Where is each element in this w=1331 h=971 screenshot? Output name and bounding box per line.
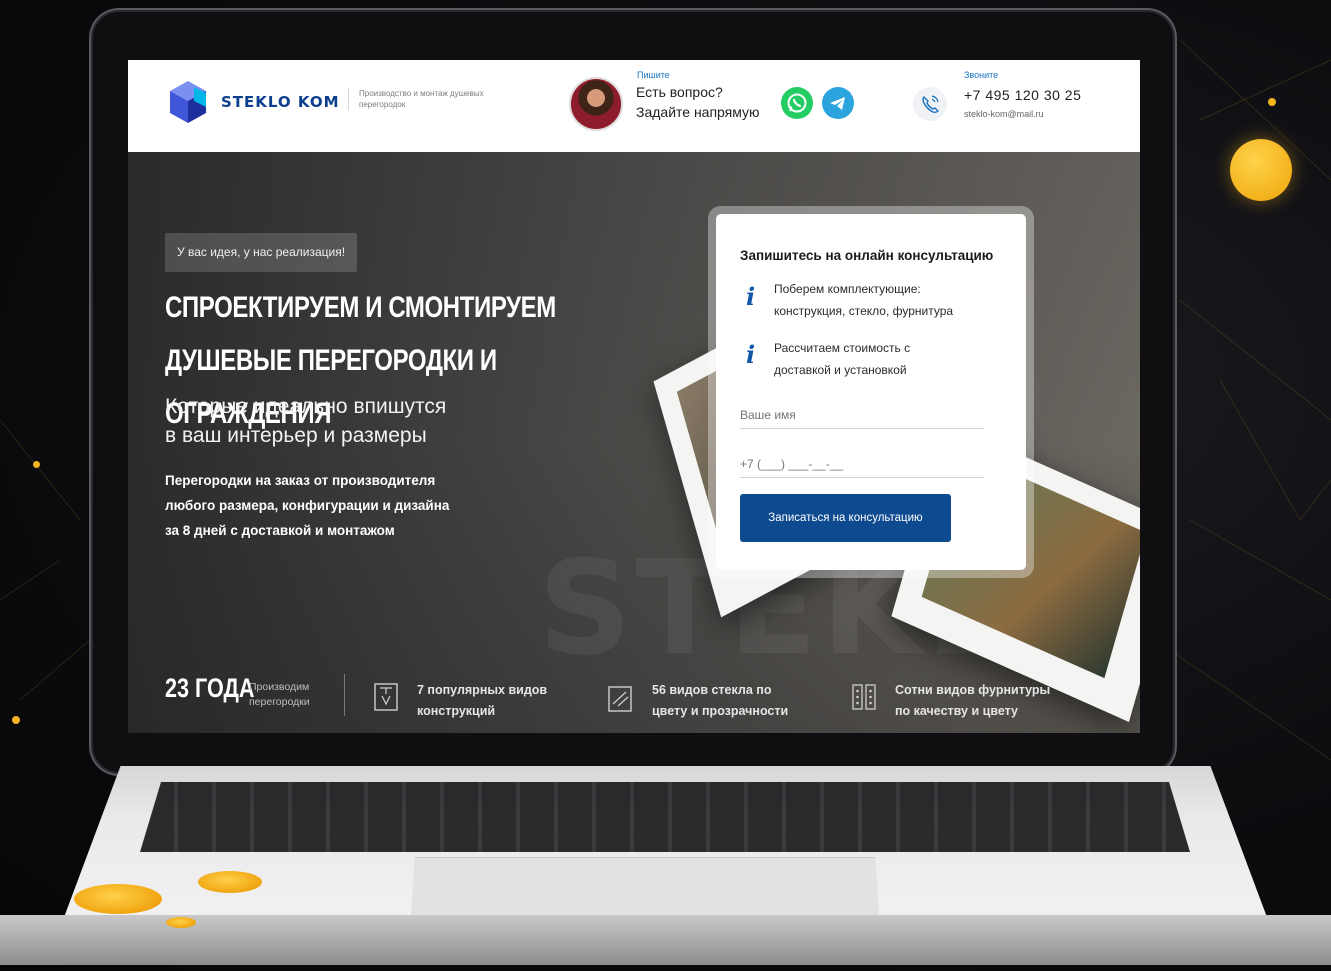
telegram-button[interactable]: [822, 87, 854, 119]
stat-item: 56 видов стекла по цвету и прозрачности: [652, 680, 788, 722]
consultation-form: Запишитесь на онлайн консультацию i Побе…: [716, 214, 1026, 570]
submit-consultation-button[interactable]: Записаться на консультацию: [740, 494, 951, 542]
call-label: Звоните: [964, 70, 999, 80]
email-link[interactable]: steklo-kom@mail.ru: [964, 109, 1044, 119]
laptop-keyboard: [140, 782, 1190, 852]
logo-text[interactable]: STEKLO KOM: [221, 93, 340, 111]
stat-item-line2: по качеству и цвету: [895, 704, 1019, 718]
phone-input[interactable]: [740, 451, 984, 478]
manager-avatar: [569, 77, 623, 131]
form-benefit-line2: доставкой и установкой: [774, 363, 907, 377]
ask-question-line2: Задайте напрямую: [636, 104, 760, 120]
decor-coin: [166, 917, 196, 928]
form-benefit-line1: Рассчитаем стоимость с: [774, 341, 911, 355]
telegram-icon: [830, 97, 845, 110]
glass-pane-icon: [608, 686, 632, 712]
logo-cube-icon[interactable]: [166, 77, 210, 125]
hero-description-line2: любого размера, конфигурации и дизайна: [165, 498, 450, 513]
hinge-hardware-icon: [852, 684, 876, 710]
years-stat-caption-line1: Производим: [249, 681, 310, 693]
years-stat-caption: Производим перегородки: [249, 680, 329, 710]
brand-tagline: Производство и монтаж душевых перегородо…: [348, 88, 489, 110]
stat-divider: [344, 674, 345, 716]
ask-question-text: Есть вопрос? Задайте напрямую: [636, 82, 760, 122]
form-benefit: Рассчитаем стоимость с доставкой и устан…: [774, 337, 910, 381]
stat-item-line1: Сотни видов фурнитуры: [895, 683, 1051, 697]
years-stat-caption-line2: перегородки: [249, 696, 310, 708]
hero-title-line1: СПРОЕКТИРУЕМ И СМОНТИРУЕМ: [165, 291, 556, 324]
stat-item: Сотни видов фурнитуры по качеству и цвет…: [895, 680, 1050, 722]
years-stat-value: 23 ГОДА: [165, 673, 255, 703]
info-icon: i: [746, 282, 756, 311]
hero-badge: У вас идея, у нас реализация!: [165, 233, 358, 272]
form-benefit-line2: конструкция, стекло, фурнитура: [774, 304, 954, 318]
hero-subtitle-line2: в ваш интерьер и размеры: [165, 424, 427, 447]
whatsapp-button[interactable]: [781, 87, 813, 119]
hero-description: Перегородки на заказ от производителя лю…: [165, 468, 449, 543]
stat-item-line2: цвету и прозрачности: [652, 704, 789, 718]
hero-description-line3: за 8 дней с доставкой и монтажом: [165, 523, 395, 538]
decor-dot: [12, 716, 20, 724]
hero-subtitle-line1: Которые идеально впишутся: [165, 395, 447, 418]
form-title: Запишитесь на онлайн консультацию: [740, 248, 994, 263]
stat-item-line2: конструкций: [417, 704, 496, 718]
form-benefit: Поберем комплектующие: конструкция, стек…: [774, 278, 953, 322]
hero-section: STEKLO KOM У вас идея, у нас реализация!…: [128, 152, 1140, 733]
decor-coin: [74, 884, 162, 914]
site-header: STEKLO KOM Производство и монтаж душевых…: [128, 60, 1140, 152]
decor-dot: [33, 461, 40, 468]
stat-item: 7 популярных видов конструкций: [417, 680, 547, 722]
hero-description-line1: Перегородки на заказ от производителя: [165, 473, 436, 488]
shower-cabin-icon: [374, 683, 398, 711]
laptop-screen: STEKLO KOM Производство и монтаж душевых…: [128, 60, 1140, 733]
ask-question-line1: Есть вопрос?: [636, 84, 723, 100]
whatsapp-icon: [787, 93, 807, 113]
hero-subtitle: Которые идеально впишутся в ваш интерьер…: [165, 392, 446, 450]
write-label: Пишите: [637, 70, 670, 80]
floating-yellow-badge: [1230, 139, 1292, 201]
stat-item-line1: 7 популярных видов: [417, 683, 548, 697]
phone-call-icon[interactable]: [913, 87, 947, 121]
laptop-front-edge: [0, 915, 1331, 965]
stat-item-line1: 56 видов стекла по: [652, 683, 772, 697]
decor-dot: [1268, 98, 1276, 106]
laptop-base: [0, 760, 1331, 965]
phone-number-link[interactable]: +7 495 120 30 25: [964, 87, 1081, 103]
name-input[interactable]: [740, 402, 984, 429]
decor-coin: [198, 871, 262, 893]
info-icon: i: [746, 340, 756, 369]
phone-icon: [922, 95, 939, 114]
form-benefit-line1: Поберем комплектующие:: [774, 282, 921, 296]
